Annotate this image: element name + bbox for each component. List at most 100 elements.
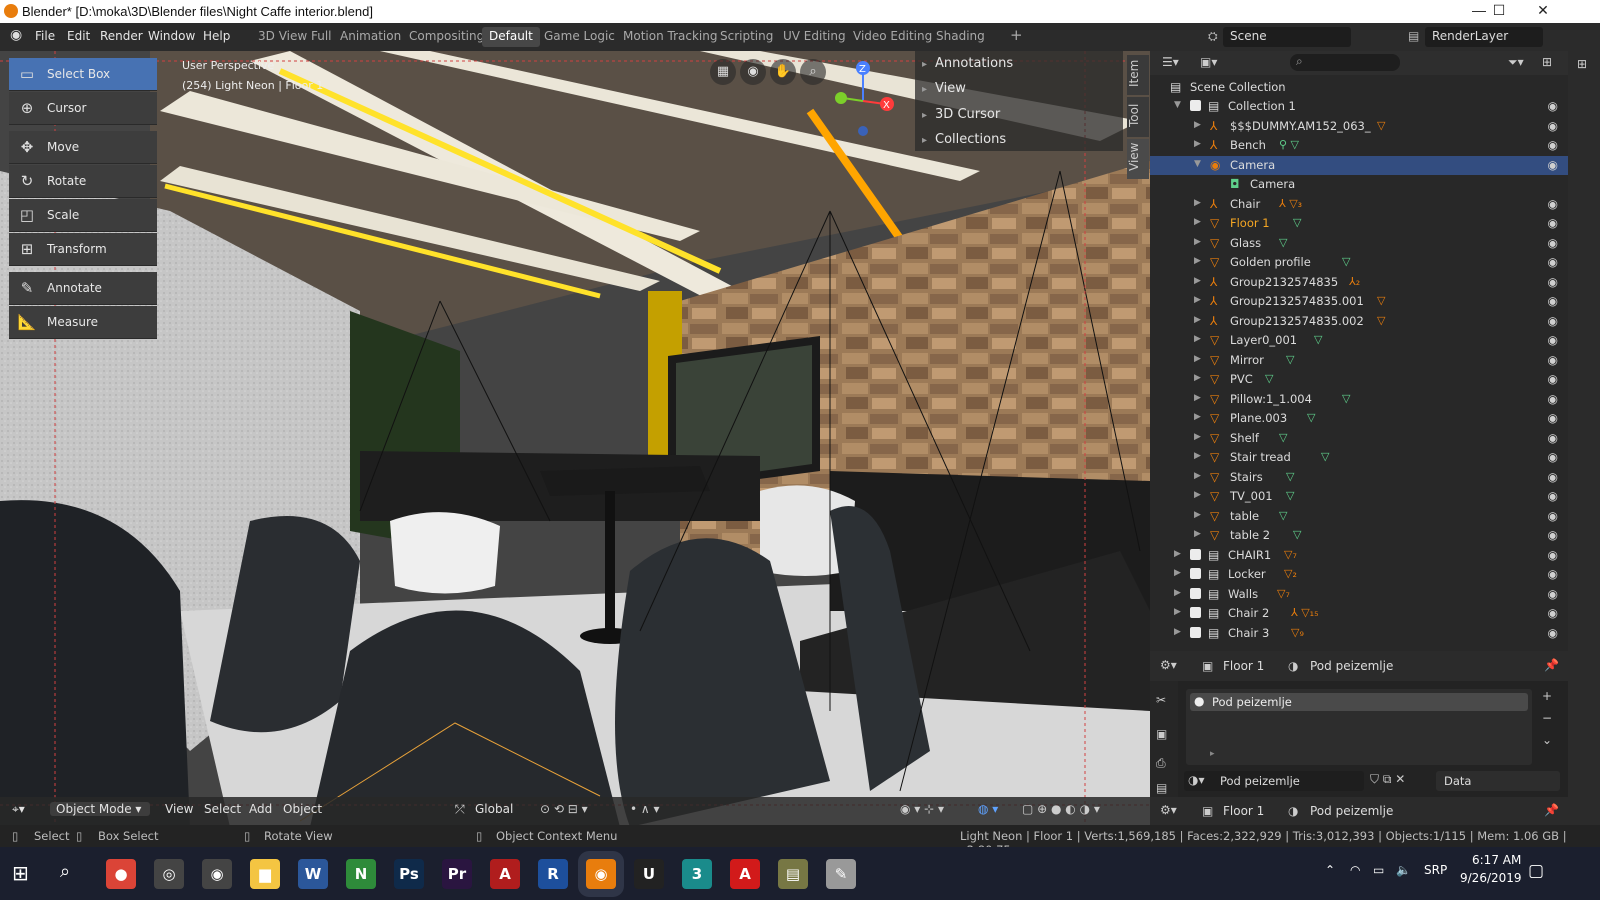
visibility-eye-icon[interactable]: ◉ <box>1548 353 1558 367</box>
collection-checkbox[interactable] <box>1190 626 1201 638</box>
clock-time[interactable]: 6:17 AM <box>1472 853 1521 867</box>
filter-icon[interactable]: ⏷▾ <box>1508 55 1524 70</box>
view-layer-tab-icon[interactable]: ▤ <box>1156 781 1167 795</box>
expand-arrow-icon[interactable]: ▶ <box>1194 529 1201 539</box>
expand-arrow-icon[interactable]: ▶ <box>1194 432 1201 442</box>
material-browse-icon[interactable]: ◑▾ <box>1188 773 1205 787</box>
taskbar-app-blender-icon[interactable]: ◉ <box>586 859 616 889</box>
tool-measure[interactable]: 📐 Measure <box>9 306 157 339</box>
visibility-eye-icon[interactable]: ◉ <box>1548 197 1558 211</box>
child-data-icon[interactable]: ▽ <box>1279 236 1287 249</box>
header-menu-object[interactable]: Object <box>283 802 322 816</box>
material-datablock-field[interactable]: ◑▾ Pod peizemlje <box>1184 771 1364 791</box>
add-slot-icon[interactable]: + <box>1542 689 1552 703</box>
child-data-icon[interactable]: ▽ <box>1342 255 1350 268</box>
visibility-eye-icon[interactable]: ◉ <box>1548 528 1558 542</box>
visibility-eye-icon[interactable]: ◉ <box>1548 548 1558 562</box>
menu-file[interactable]: File <box>35 29 55 43</box>
child-data-icon[interactable]: ▽ <box>1279 431 1287 444</box>
battery-icon[interactable]: ▭ <box>1373 863 1384 877</box>
add-workspace-icon[interactable]: + <box>1010 26 1023 44</box>
outliner-row[interactable]: ▶ ▽ Shelf ▽ ◉ <box>1150 429 1568 449</box>
shading-modes-icon[interactable]: ▢ ⊕ ● ◐ ◑ ▾ <box>1022 802 1100 816</box>
expand-arrow-icon[interactable]: ▶ <box>1174 588 1181 598</box>
expand-arrow-icon[interactable]: ▶ <box>1194 237 1201 247</box>
child-data-icon[interactable]: ⚲ ▽ <box>1279 138 1299 151</box>
outliner-row[interactable]: ▶ ⅄ Chair ⅄ ▽₃ ◉ <box>1150 195 1568 215</box>
child-data-icon[interactable]: ▽ <box>1286 489 1294 502</box>
outliner-row[interactable]: ▶ ▽ Floor 1 ▽ ◉ <box>1150 214 1568 234</box>
sidebar-tab-item[interactable]: Item <box>1127 55 1149 95</box>
visibility-eye-icon[interactable]: ◉ <box>1548 450 1558 464</box>
new-collection-icon[interactable]: ⊞ <box>1542 55 1552 69</box>
scene-selector[interactable]: Scene <box>1223 27 1351 47</box>
taskbar-app-color-app-icon[interactable]: ▤ <box>778 859 808 889</box>
expand-arrow-icon[interactable]: ▶ <box>1194 120 1201 130</box>
child-data-icon[interactable]: ▽₉ <box>1291 626 1304 639</box>
taskbar-app-revit-icon[interactable]: R <box>538 859 568 889</box>
bottom-pin-icon[interactable]: 📌 <box>1544 803 1559 817</box>
outliner-editor-icon[interactable]: ☰▾ <box>1162 55 1179 69</box>
outliner-row[interactable]: ▶ ⅄ $$$DUMMY.AM152_063_ ▽ ◉ <box>1150 117 1568 137</box>
tool-cursor[interactable]: ⊕ Cursor <box>9 92 157 125</box>
taskbar-app-acrobat-icon[interactable]: A <box>730 859 760 889</box>
header-menu-add[interactable]: Add <box>249 802 272 816</box>
child-data-icon[interactable]: ▽ <box>1307 411 1315 424</box>
panel-view[interactable]: View <box>922 81 966 96</box>
tool-annotate[interactable]: ✎ Annotate <box>9 272 157 305</box>
taskbar-app-camera2-icon[interactable]: ◉ <box>202 859 232 889</box>
visibility-icon[interactable]: ◉ ▾ ⊹ ▾ <box>900 802 944 816</box>
outliner-row[interactable]: ▶ ▤ CHAIR1 ▽₇ ◉ <box>1150 546 1568 566</box>
outliner-row[interactable]: ▶ ▽ Golden profile ▽ ◉ <box>1150 253 1568 273</box>
taskbar-app-autocad-icon[interactable]: A <box>490 859 520 889</box>
wifi-icon[interactable]: ◠ <box>1350 863 1360 877</box>
outliner-row[interactable]: ▶ ▽ table ▽ ◉ <box>1150 507 1568 527</box>
taskbar-app-explorer-icon[interactable]: ▆ <box>250 859 280 889</box>
display-mode-icon[interactable]: ▣▾ <box>1200 55 1217 69</box>
transform-orientation-icon[interactable]: ⤱ <box>455 802 465 817</box>
child-data-icon[interactable]: ▽ <box>1293 528 1301 541</box>
object-mode-dropdown[interactable]: Object Mode ▾ <box>50 802 150 816</box>
tool-select-box[interactable]: ▭ Select Box <box>9 58 157 91</box>
pivot-icon[interactable]: ⊙ ⟲ ⊟ ▾ <box>540 802 588 816</box>
expand-arrow-icon[interactable]: ▶ <box>1194 510 1201 520</box>
outliner-row[interactable]: ▶ ▤ Walls ▽₇ ◉ <box>1150 585 1568 605</box>
visibility-eye-icon[interactable]: ◉ <box>1548 255 1558 269</box>
visibility-eye-icon[interactable]: ◉ <box>1548 470 1558 484</box>
output-tab-icon[interactable]: ⎙ <box>1156 756 1166 771</box>
input-language[interactable]: SRP <box>1424 863 1447 877</box>
transform-orientation-dropdown[interactable]: Global <box>475 802 513 816</box>
expand-arrow-icon[interactable]: ▶ <box>1174 607 1181 617</box>
child-data-icon[interactable]: ▽ <box>1286 353 1294 366</box>
outliner-row[interactable]: ▶ ▽ TV_001 ▽ ◉ <box>1150 487 1568 507</box>
outliner-row[interactable]: ▼ ◉ Camera ◉ <box>1150 155 1568 175</box>
visibility-eye-icon[interactable]: ◉ <box>1548 119 1558 133</box>
render-tab-icon[interactable]: ▣ <box>1156 727 1167 741</box>
pan-hand-icon[interactable]: ✋ <box>770 59 796 85</box>
outliner-scene-collection[interactable]: ▤ Scene Collection <box>1150 78 1568 98</box>
bottom-editor-icon[interactable]: ⚙▾ <box>1160 803 1177 817</box>
taskbar-app-coreldraw-icon[interactable]: N <box>346 859 376 889</box>
visibility-eye-icon[interactable]: ◉ <box>1548 587 1558 601</box>
tool-move[interactable]: ✥ Move <box>9 131 157 164</box>
expand-arrow-icon[interactable]: ▶ <box>1194 412 1201 422</box>
child-data-icon[interactable]: ⅄ ▽₃ <box>1279 197 1302 210</box>
expand-arrow-icon[interactable]: ▶ <box>1194 471 1201 481</box>
outliner-row[interactable]: ▶ ⅄ Group2132574835.002 ▽ ◉ <box>1150 312 1568 332</box>
scene-icon[interactable]: ⛭ <box>1208 29 1218 44</box>
outliner-row[interactable]: ▶ ▤ Locker ▽₂ ◉ <box>1150 565 1568 585</box>
taskbar-app-chrome-icon[interactable]: ● <box>106 859 136 889</box>
outliner-row[interactable]: ▶ ⅄ Group2132574835.001 ▽ ◉ <box>1150 292 1568 312</box>
child-data-icon[interactable]: ▽ <box>1377 119 1385 132</box>
visibility-eye-icon[interactable]: ◉ <box>1548 431 1558 445</box>
outliner-row[interactable]: ▶ ⅄ Bench ⚲ ▽ ◉ <box>1150 136 1568 156</box>
panel-annotations[interactable]: Annotations <box>922 56 1013 71</box>
outliner-row[interactable]: ▶ ▽ Plane.003 ▽ ◉ <box>1150 409 1568 429</box>
menu-help[interactable]: Help <box>203 29 230 43</box>
expand-arrow-icon[interactable]: ▶ <box>1194 295 1201 305</box>
workspace-tab[interactable]: Motion Tracking <box>616 27 724 47</box>
zoom-icon[interactable]: ⌕ <box>800 59 826 85</box>
collapse-arrow-icon[interactable]: ▼ <box>1174 100 1181 110</box>
outliner-row[interactable]: ▶ ▤ Chair 2 ⅄ ▽₁₅ ◉ <box>1150 604 1568 624</box>
visibility-eye-icon[interactable]: ◉ <box>1548 138 1558 152</box>
